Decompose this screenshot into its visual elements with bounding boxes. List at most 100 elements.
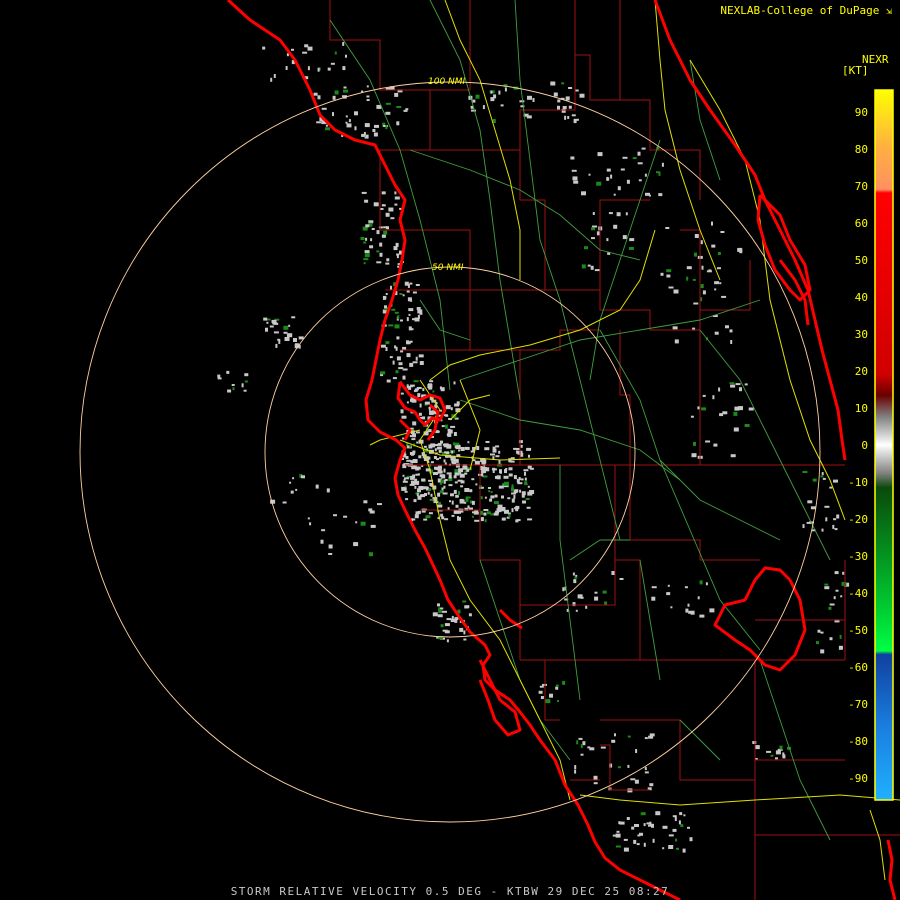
radar-echo: [307, 517, 310, 520]
radar-echo: [462, 600, 467, 603]
radar-echo: [217, 374, 221, 378]
legend-tick-label: -80: [848, 735, 868, 748]
radar-echo: [820, 475, 824, 478]
radar-echo: [415, 466, 420, 471]
radar-echo: [594, 596, 599, 601]
radar-echo: [480, 510, 484, 515]
radar-echo: [834, 571, 839, 575]
radar-echo: [370, 524, 376, 528]
radar-echo: [390, 217, 395, 220]
radar-echo: [447, 432, 452, 437]
radar-echo: [616, 830, 620, 833]
radar-echo: [829, 486, 833, 489]
radar-echo: [641, 147, 646, 150]
radar-echo: [820, 631, 824, 634]
credit-label: NEXLAB-College of DuPage ⇲: [720, 4, 892, 17]
radar-echo: [720, 231, 725, 233]
radar-echo: [380, 344, 386, 348]
radar-echo: [342, 41, 345, 46]
radar-echo: [651, 586, 657, 589]
radar-echo: [396, 356, 401, 361]
radar-echo: [782, 754, 786, 759]
radar-echo: [634, 824, 639, 827]
radar-echo: [474, 460, 480, 465]
radar-echo: [571, 114, 576, 117]
radar-echo: [438, 465, 442, 468]
radar-echo: [516, 478, 520, 483]
radar-echo: [400, 350, 404, 353]
radar-echo: [423, 518, 428, 521]
radar-echo: [713, 443, 718, 447]
radar-echo: [637, 151, 641, 156]
radar-echo: [402, 346, 407, 350]
radar-echo: [432, 390, 435, 393]
radar-echo: [448, 484, 453, 487]
radar-echo: [417, 393, 421, 398]
radar-echo: [379, 242, 383, 247]
radar-echo: [366, 85, 369, 88]
radar-echo: [824, 505, 830, 508]
radar-echo: [439, 456, 442, 459]
expand-icon[interactable]: ⇲: [886, 6, 892, 17]
radar-echo: [437, 492, 441, 497]
radar-echo: [273, 322, 279, 325]
radar-echo: [525, 498, 530, 500]
radar-echo: [415, 479, 417, 482]
radar-echo: [649, 733, 655, 737]
radar-echo: [415, 356, 418, 361]
radar-echo: [714, 331, 719, 335]
radar-echo: [392, 360, 395, 365]
radar-echo: [821, 528, 824, 532]
radar-echo: [385, 293, 388, 295]
radar-echo: [488, 490, 491, 493]
radar-echo: [394, 203, 398, 206]
radar-echo: [694, 252, 697, 257]
radar-echo: [376, 230, 380, 235]
velocity-scale-ticks: 90 80 70 60 50 40 30 20 10 0 -10 -20 -30 -40 -50 -60 -70…: [848, 106, 868, 785]
radar-echo: [450, 407, 453, 411]
radar-echo: [528, 454, 530, 458]
radar-echo: [293, 338, 297, 342]
radar-echo: [562, 106, 567, 109]
radar-map[interactable]: 100 NMI 50 NMI 90 80 70 60 50 40 30 20 10 0 -10 -20…: [0, 0, 900, 900]
radar-echo: [691, 453, 697, 458]
radar-echo: [443, 468, 446, 473]
radar-echo: [307, 66, 310, 71]
radar-echo: [429, 446, 432, 449]
radar-echo: [217, 377, 222, 380]
radar-echo: [464, 488, 470, 492]
radar-echo: [527, 95, 532, 100]
radar-echo: [419, 361, 424, 365]
radar-echo: [730, 384, 736, 388]
radar-echo: [450, 456, 456, 461]
radar-echo: [415, 511, 420, 515]
radar-echo: [739, 387, 742, 392]
radar-echo: [443, 485, 446, 489]
radar-echo: [430, 493, 433, 497]
radar-echo: [454, 481, 458, 484]
radar-echo: [450, 425, 456, 428]
radar-echo: [482, 105, 485, 110]
radar-echo: [402, 375, 406, 380]
radar-echo: [343, 89, 348, 93]
radar-echo: [486, 511, 491, 515]
legend-tick-label: -40: [848, 587, 868, 600]
radar-echo: [440, 513, 444, 517]
radar-echo: [328, 544, 333, 549]
radar-echo: [494, 494, 498, 498]
radar-echo: [524, 471, 526, 476]
radar-echo: [692, 278, 696, 281]
radar-echo: [411, 385, 414, 388]
radar-echo: [504, 87, 507, 92]
radar-echo: [557, 105, 560, 110]
radar-echo: [682, 848, 686, 853]
radar-echo: [612, 834, 616, 837]
radar-echo: [273, 74, 276, 78]
radar-echo: [402, 474, 405, 477]
radar-echo: [719, 282, 722, 285]
radar-echo: [496, 475, 501, 480]
radar-echo: [673, 289, 679, 294]
radar-echo: [429, 498, 434, 501]
radar-echo: [457, 495, 459, 498]
radar-echo: [490, 491, 493, 494]
